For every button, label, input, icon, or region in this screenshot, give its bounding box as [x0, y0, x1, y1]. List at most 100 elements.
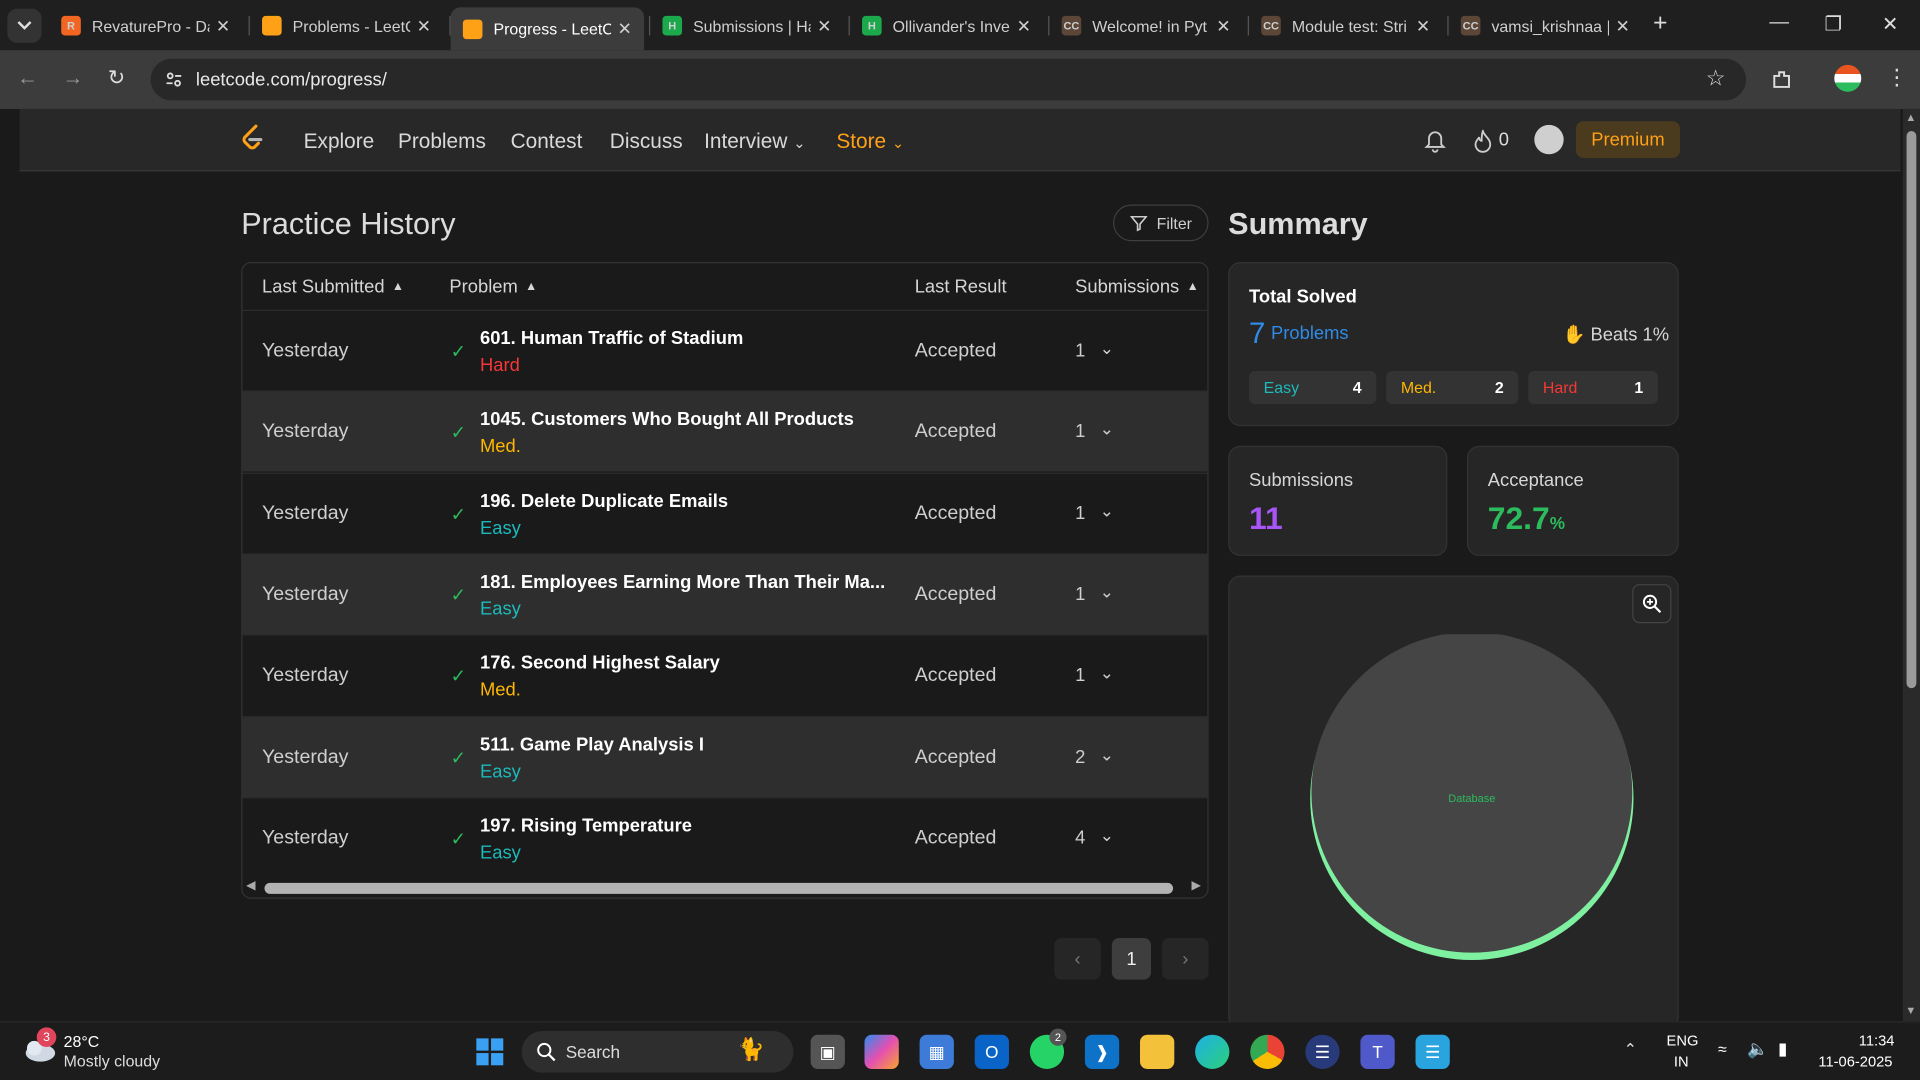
close-tab-icon[interactable]: ✕	[1416, 15, 1430, 36]
filter-button[interactable]: Filter	[1113, 204, 1209, 242]
task-view-icon[interactable]: ▣	[810, 1034, 845, 1069]
store-icon[interactable]: ▦	[919, 1034, 954, 1069]
browser-menu-icon[interactable]: ⋮	[1886, 65, 1908, 91]
table-row[interactable]: Yesterday ✓ 196. Delete Duplicate Emails Ea…	[242, 472, 1208, 553]
close-tab-icon[interactable]: ✕	[1216, 15, 1230, 36]
table-horizontal-scrollbar[interactable]: ◀ ▶	[241, 877, 1208, 899]
last-result-cell[interactable]: Accepted	[915, 746, 997, 768]
nav-store[interactable]: Store ⌄	[836, 130, 904, 154]
scroll-up-icon[interactable]: ▲	[1905, 111, 1916, 123]
bell-icon[interactable]	[1424, 130, 1446, 153]
clock-date[interactable]: 11-06-2025	[1818, 1053, 1892, 1070]
scroll-right-icon[interactable]: ▶	[1191, 879, 1200, 892]
table-row[interactable]: Yesterday ✓ 176. Second Highest Salary Med.…	[242, 634, 1208, 716]
next-page-button[interactable]: ›	[1162, 937, 1209, 980]
table-row[interactable]: Yesterday ✓ 601. Human Traffic of Stadium H…	[242, 309, 1208, 391]
restore-icon[interactable]: ❐	[1825, 12, 1843, 36]
browser-tab[interactable]: CC vamsi_krishnaa | ✕	[1449, 7, 1642, 44]
page-vertical-scrollbar[interactable]: ▲ ▼	[1902, 108, 1920, 1022]
last-result-cell[interactable]: Accepted	[915, 422, 997, 444]
file-explorer-icon[interactable]	[1140, 1034, 1175, 1069]
zoom-button[interactable]	[1632, 584, 1672, 624]
minimize-icon[interactable]: —	[1769, 12, 1789, 34]
teams-icon[interactable]: T	[1360, 1034, 1395, 1069]
browser-tab[interactable]: R RevaturePro - Da ✕	[49, 7, 242, 44]
notepad-icon[interactable]: ☰	[1415, 1034, 1450, 1069]
expand-chevron-icon[interactable]: ⌄	[1100, 338, 1114, 359]
problem-title-link[interactable]: 197. Rising Temperature	[480, 815, 692, 836]
address-bar[interactable]: leetcode.com/progress/ ☆	[150, 58, 1747, 101]
close-tab-icon[interactable]: ✕	[1615, 15, 1629, 36]
last-result-cell[interactable]: Accepted	[915, 828, 997, 850]
header-last-submitted[interactable]: Last Submitted ▲	[262, 263, 404, 310]
expand-chevron-icon[interactable]: ⌄	[1100, 663, 1114, 684]
taskbar-search[interactable]: Search 🐈	[521, 1031, 794, 1073]
problem-title-link[interactable]: 601. Human Traffic of Stadium	[480, 328, 743, 349]
vscode-icon[interactable]: ❱	[1084, 1034, 1120, 1069]
volume-icon[interactable]: 🔈	[1747, 1038, 1768, 1059]
user-avatar[interactable]	[1534, 124, 1564, 155]
weather-widget[interactable]: 3	[22, 1027, 57, 1064]
site-info-icon[interactable]	[165, 71, 182, 88]
streak-fire-icon[interactable]	[1473, 129, 1493, 153]
header-problem[interactable]: Problem ▲	[449, 263, 537, 310]
browser-tab[interactable]: CC Welcome! in Pyt ✕	[1049, 7, 1242, 44]
scroll-left-icon[interactable]: ◀	[246, 879, 255, 892]
last-result-cell[interactable]: Accepted	[915, 503, 997, 525]
problem-title-link[interactable]: 196. Delete Duplicate Emails	[480, 491, 728, 512]
nav-interview[interactable]: Interview ⌄	[704, 130, 805, 154]
table-row[interactable]: Yesterday ✓ 181. Employees Earning More Th…	[242, 553, 1208, 635]
tab-search-button[interactable]	[7, 8, 42, 43]
premium-button[interactable]: Premium	[1575, 121, 1681, 158]
close-window-icon[interactable]: ✕	[1882, 12, 1898, 36]
problem-title-link[interactable]: 1045. Customers Who Bought All Products	[480, 409, 854, 430]
page-scrollbar-thumb[interactable]	[1906, 131, 1917, 689]
browser-tab[interactable]: CC Module test: Stri ✕	[1249, 7, 1442, 44]
wifi-icon[interactable]: ≈	[1718, 1040, 1727, 1058]
problem-title-link[interactable]: 511. Game Play Analysis I	[480, 734, 704, 755]
bookmark-star-icon[interactable]: ☆	[1706, 66, 1726, 92]
close-tab-icon[interactable]: ✕	[617, 18, 631, 39]
header-submissions[interactable]: Submissions ▲	[1075, 263, 1199, 310]
copilot-icon[interactable]	[864, 1034, 899, 1069]
whatsapp-icon[interactable]: 2	[1029, 1028, 1067, 1069]
last-result-cell[interactable]: Accepted	[915, 340, 997, 362]
expand-chevron-icon[interactable]: ⌄	[1100, 582, 1114, 603]
windows-start-icon[interactable]	[473, 1035, 507, 1069]
edge-icon[interactable]	[1195, 1034, 1230, 1069]
last-result-cell[interactable]: Accepted	[915, 665, 997, 687]
eclipse-icon[interactable]: ☰	[1305, 1034, 1340, 1069]
page-1-button[interactable]: 1	[1111, 937, 1152, 980]
prev-page-button[interactable]: ‹	[1054, 937, 1101, 980]
nav-discuss[interactable]: Discuss	[610, 130, 683, 154]
expand-chevron-icon[interactable]: ⌄	[1100, 500, 1114, 521]
forward-icon[interactable]: →	[62, 66, 83, 90]
problem-title-link[interactable]: 176. Second Highest Salary	[480, 653, 720, 674]
battery-icon[interactable]: ▮	[1778, 1038, 1787, 1059]
show-hidden-icons-icon[interactable]: ⌃	[1624, 1040, 1637, 1060]
chrome-icon[interactable]	[1250, 1034, 1285, 1069]
expand-chevron-icon[interactable]: ⌄	[1100, 419, 1114, 440]
nav-contest[interactable]: Contest	[511, 130, 583, 154]
table-row[interactable]: Yesterday ✓ 1045. Customers Who Bought All…	[242, 390, 1208, 472]
outlook-icon[interactable]: O	[974, 1034, 1009, 1069]
new-tab-button[interactable]: +	[1653, 10, 1667, 38]
scroll-down-icon[interactable]: ▼	[1905, 1004, 1916, 1016]
back-icon[interactable]: ←	[17, 66, 38, 90]
expand-chevron-icon[interactable]: ⌄	[1100, 744, 1114, 765]
nav-explore[interactable]: Explore	[304, 130, 375, 154]
table-row[interactable]: Yesterday ✓ 511. Game Play Analysis I Easy A…	[242, 715, 1208, 797]
close-tab-icon[interactable]: ✕	[216, 15, 230, 36]
nav-problems[interactable]: Problems	[398, 130, 486, 154]
close-tab-icon[interactable]: ✕	[817, 15, 831, 36]
close-tab-icon[interactable]: ✕	[417, 15, 431, 36]
browser-tab[interactable]: H Ollivander's Inve ✕	[850, 7, 1043, 44]
table-row[interactable]: Yesterday ✓ 197. Rising Temperature Easy Acc…	[242, 796, 1208, 878]
browser-tab[interactable]: Progress - LeetC ✕	[450, 7, 645, 51]
profile-avatar[interactable]	[1834, 64, 1862, 92]
browser-tab[interactable]: H Submissions | Ha ✕	[650, 7, 843, 44]
last-result-cell[interactable]: Accepted	[915, 584, 997, 606]
leetcode-logo-icon[interactable]	[240, 124, 264, 153]
scrollbar-thumb[interactable]	[264, 882, 1174, 894]
browser-tab[interactable]: Problems - LeetC ✕	[250, 7, 443, 44]
